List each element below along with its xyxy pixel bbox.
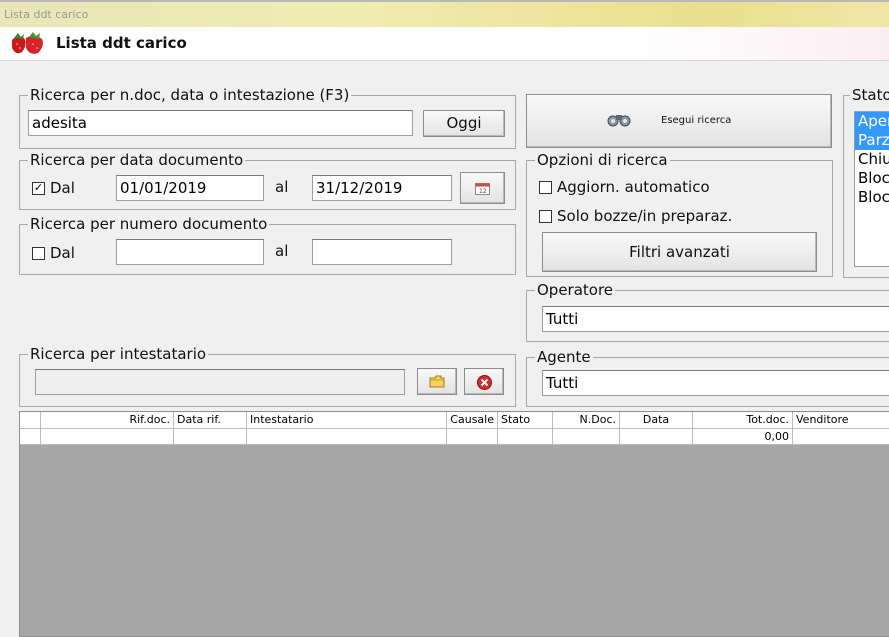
status-item[interactable]: Parz	[855, 131, 889, 150]
clear-icon	[477, 375, 492, 390]
column-header-total[interactable]: Tot.doc.	[693, 412, 793, 428]
auto-update-label: Aggiorn. automatico	[557, 178, 710, 196]
status-list[interactable]: Aper Parz Chiu Bloc Bloc	[854, 111, 889, 267]
advanced-filters-button[interactable]: Filtri avanzati	[542, 232, 817, 272]
run-search-label: Esegui ricerca	[661, 115, 732, 126]
holder-search-group: Ricerca per intestatario	[19, 345, 516, 407]
column-header-doc-number[interactable]: N.Doc.	[553, 412, 620, 428]
svg-text:12: 12	[479, 188, 487, 195]
status-item[interactable]: Aper	[855, 112, 889, 131]
date-from-label: Dal	[50, 179, 75, 197]
number-to-input[interactable]	[312, 239, 452, 265]
binoculars-icon	[607, 115, 631, 127]
date-from-input[interactable]: 01/01/2019	[116, 175, 264, 201]
drafts-only-checkbox[interactable]	[539, 210, 552, 223]
agent-group: Agente Tutti	[526, 348, 889, 407]
table-cell	[447, 429, 498, 444]
column-header-holder[interactable]: Intestatario	[247, 412, 447, 428]
titlebar-border	[0, 0, 889, 2]
grid-header-row: Rif.doc. Data rif. Intestatario Causale …	[20, 412, 889, 429]
number-to-label: al	[275, 242, 289, 260]
calendar-button[interactable]: 12	[460, 172, 505, 204]
date-search-group: Ricerca per data documento ✓ Dal 01/01/2…	[19, 151, 516, 210]
column-header-ref-doc[interactable]: Rif.doc.	[41, 412, 174, 428]
column-header-date[interactable]: Data	[620, 412, 693, 428]
form-header: Lista ddt carico	[0, 27, 889, 61]
search-text-group: Ricerca per n.doc, data o intestazione (…	[19, 86, 516, 149]
column-header-reason[interactable]: Causale	[447, 412, 498, 428]
number-from-input[interactable]	[116, 239, 264, 265]
table-row[interactable]: 0,00	[20, 429, 889, 445]
folder-icon	[429, 375, 445, 388]
window-caption: Lista ddt carico	[4, 8, 89, 21]
number-search-legend: Ricerca per numero documento	[28, 215, 270, 233]
holder-search-legend: Ricerca per intestatario	[28, 345, 209, 363]
page-title: Lista ddt carico	[56, 34, 187, 52]
status-item[interactable]: Bloc	[855, 169, 889, 188]
status-item[interactable]: Chiu	[855, 150, 889, 169]
search-options-group: Opzioni di ricerca Aggiorn. automatico S…	[526, 151, 833, 277]
operator-legend: Operatore	[535, 281, 616, 299]
table-cell	[553, 429, 620, 444]
table-cell	[498, 429, 553, 444]
titlebar-background	[0, 0, 889, 27]
table-cell	[620, 429, 693, 444]
today-button[interactable]: Oggi	[423, 110, 505, 137]
number-search-group: Ricerca per numero documento Dal al	[19, 215, 516, 275]
table-cell	[20, 429, 41, 444]
table-cell	[174, 429, 247, 444]
open-holder-button[interactable]	[417, 368, 457, 395]
results-grid[interactable]: Rif.doc. Data rif. Intestatario Causale …	[19, 411, 889, 637]
strawberry-logo-icon	[12, 32, 43, 54]
calendar-icon: 12	[475, 183, 490, 195]
agent-select[interactable]: Tutti	[542, 370, 889, 396]
search-text-legend: Ricerca per n.doc, data o intestazione (…	[28, 86, 352, 104]
status-item[interactable]: Bloc	[855, 188, 889, 207]
holder-input	[35, 369, 405, 395]
column-header-selector[interactable]	[20, 412, 41, 428]
date-filter-checkbox[interactable]: ✓	[32, 182, 45, 195]
operator-select[interactable]: Tutti	[542, 306, 889, 332]
column-header-ref-date[interactable]: Data rif.	[174, 412, 247, 428]
number-from-label: Dal	[50, 244, 75, 262]
search-options-legend: Opzioni di ricerca	[535, 151, 670, 169]
drafts-only-label: Solo bozze/in preparaz.	[557, 207, 733, 225]
auto-update-checkbox[interactable]	[539, 181, 552, 194]
operator-group: Operatore Tutti	[526, 281, 889, 342]
clear-holder-button[interactable]	[464, 368, 504, 395]
status-legend: Stato	[850, 86, 889, 104]
table-cell	[793, 429, 889, 444]
agent-legend: Agente	[535, 348, 593, 366]
table-cell	[247, 429, 447, 444]
search-input[interactable]: adesita	[28, 110, 413, 136]
window-titlebar: Lista ddt carico	[0, 0, 889, 27]
column-header-status[interactable]: Stato	[498, 412, 553, 428]
total-cell: 0,00	[693, 429, 793, 444]
table-cell	[41, 429, 174, 444]
date-search-legend: Ricerca per data documento	[28, 151, 246, 169]
run-search-button[interactable]: Esegui ricerca	[526, 94, 832, 148]
column-header-seller[interactable]: Venditore	[793, 412, 889, 428]
number-filter-checkbox[interactable]	[32, 247, 45, 260]
date-to-label: al	[275, 178, 289, 196]
date-to-input[interactable]: 31/12/2019	[312, 175, 452, 201]
